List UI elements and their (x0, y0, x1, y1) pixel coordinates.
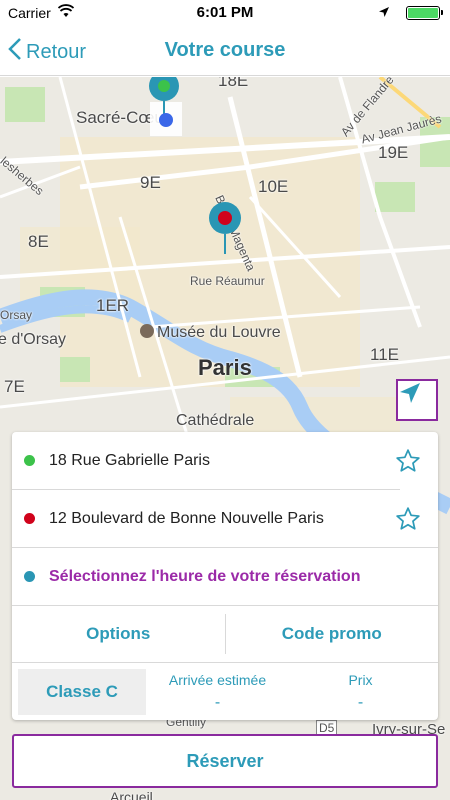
time-dot-icon (24, 571, 35, 582)
price-info: Prix - (289, 672, 432, 712)
origin-row[interactable]: 18 Rue Gabrielle Paris (12, 432, 438, 489)
map-label-louvre: Musée du Louvre (140, 324, 281, 342)
reservation-time-row[interactable]: Sélectionnez l'heure de votre réservatio… (12, 548, 438, 605)
reservation-time-prompt[interactable]: Sélectionnez l'heure de votre réservatio… (49, 568, 438, 586)
map-label-arr10: 10E (258, 177, 289, 196)
options-row: Options Code promo (12, 605, 438, 662)
origin-dot-icon (24, 455, 35, 466)
eta-label: Arrivée estimée (168, 671, 267, 688)
chevron-left-icon (8, 38, 22, 66)
vehicle-class-button[interactable]: Classe C (18, 668, 146, 715)
destination-dot-icon (24, 513, 35, 524)
back-label: Retour (26, 40, 87, 63)
map-label-orsay: Orsay (0, 308, 33, 322)
nav-bar: Retour Votre course (0, 26, 450, 76)
eta-info: Arrivée estimée - (146, 672, 289, 712)
destination-row[interactable]: 12 Boulevard de Bonne Nouvelle Paris (12, 490, 438, 547)
map-label-musee-orsay: e d'Orsay (0, 331, 66, 348)
map-label-arr8: 8E (28, 232, 49, 251)
map-label-arr18: 18E (218, 77, 249, 90)
options-button[interactable]: Options (12, 606, 225, 662)
eta-value: - (214, 693, 221, 711)
back-button[interactable]: Retour (8, 38, 86, 66)
map-label-cathedrale: Cathédrale (176, 412, 255, 429)
trip-info-row: Classe C Arrivée estimée - Prix - (12, 662, 438, 720)
origin-address: 18 Rue Gabrielle Paris (49, 451, 210, 469)
map-label-arr1: 1ER (96, 296, 130, 315)
map-label-arr9: 9E (140, 173, 161, 192)
reserve-button[interactable]: Réserver (12, 734, 438, 788)
favorite-origin-star-icon[interactable] (388, 448, 428, 474)
booking-panel: 18 Rue Gabrielle Paris 12 Boulevard de B… (12, 432, 438, 720)
battery-icon (406, 6, 443, 20)
map-label-arr19: 19E (378, 143, 409, 162)
map-label-rue-reaumur: Rue Réaumur (190, 274, 265, 288)
map-label-arr11: 11E (370, 345, 399, 364)
museum-icon (140, 324, 154, 338)
status-bar: Carrier 6:01 PM (0, 0, 450, 26)
price-label: Prix (348, 671, 373, 688)
destination-address: 12 Boulevard de Bonne Nouvelle Paris (49, 509, 324, 527)
map-label-arr7: 7E (4, 377, 25, 396)
location-arrow-icon (378, 5, 390, 21)
price-value: - (357, 693, 364, 711)
map-label-paris: Paris (198, 355, 252, 380)
map-label-arcueil: Arcueil (110, 789, 153, 800)
promo-code-button[interactable]: Code promo (226, 606, 439, 662)
locate-me-button[interactable] (396, 379, 438, 421)
favorite-destination-star-icon[interactable] (388, 506, 428, 532)
